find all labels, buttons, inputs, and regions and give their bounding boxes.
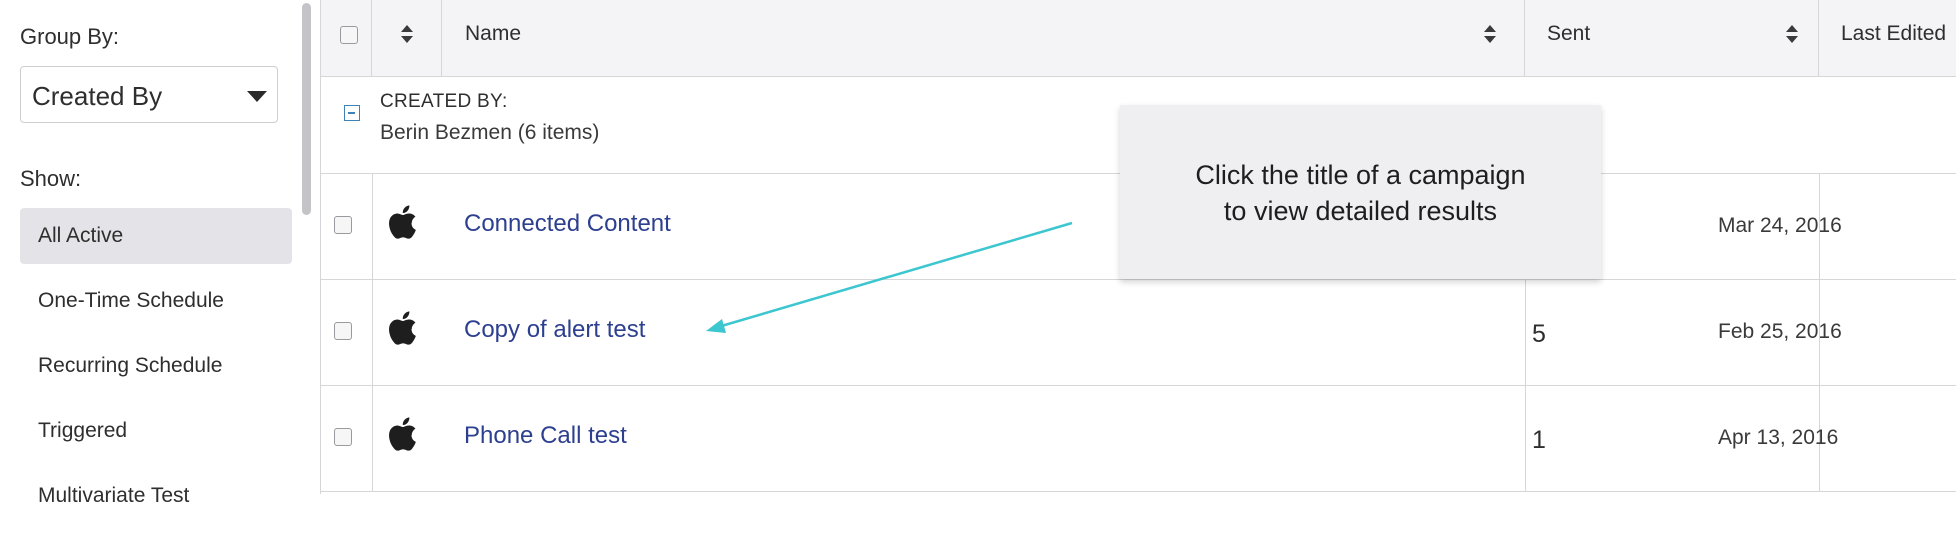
callout-text: Click the title of a campaign to view de… — [1195, 160, 1526, 226]
caret-down-icon — [247, 91, 267, 102]
header-platform-cell[interactable] — [372, 0, 442, 76]
select-all-checkbox[interactable] — [340, 26, 358, 44]
sidebar-scrollbar[interactable] — [302, 3, 311, 215]
filter-list: All Active One-Time Schedule Recurring S… — [20, 208, 292, 533]
table-header: Name Sent Last Edited — [321, 0, 1956, 77]
row-checkbox[interactable] — [334, 216, 352, 234]
filter-all-active[interactable]: All Active — [20, 208, 292, 264]
group-subtitle: Berin Bezmen (6 items) — [380, 121, 600, 144]
header-last-edited-label: Last Edited — [1841, 22, 1947, 45]
campaign-title-link[interactable]: Copy of alert test — [464, 316, 645, 344]
filter-recurring-schedule[interactable]: Recurring Schedule — [20, 338, 292, 394]
sent-count: 1 — [1532, 426, 1546, 454]
sort-icon — [401, 25, 413, 45]
group-by-value: Created By — [32, 81, 163, 111]
apple-icon — [386, 204, 418, 245]
row-checkbox[interactable] — [334, 428, 352, 446]
table-row: Copy of alert test 5 Feb 25, 2016 — [321, 280, 1956, 386]
sort-icon — [1484, 25, 1496, 45]
header-select-cell — [321, 0, 372, 76]
header-sent-label: Sent — [1547, 22, 1591, 45]
sent-count: 5 — [1532, 320, 1546, 348]
sidebar: Group By: Created By Show: All Active On… — [0, 0, 321, 507]
header-sent[interactable]: Sent — [1525, 0, 1819, 76]
filter-triggered[interactable]: Triggered — [20, 403, 292, 459]
show-label: Show: — [20, 166, 82, 191]
filter-multivariate-test[interactable]: Multivariate Test — [20, 468, 292, 524]
group-by-select[interactable]: Created By — [20, 66, 278, 123]
apple-icon — [386, 310, 418, 351]
filter-one-time-schedule[interactable]: One-Time Schedule — [20, 273, 292, 329]
header-name[interactable]: Name — [442, 0, 1525, 76]
collapse-icon[interactable] — [344, 105, 360, 121]
last-edited-date: Feb 25, 2016 — [1718, 320, 1842, 343]
sort-icon — [1786, 25, 1798, 45]
tooltip-callout: Click the title of a campaign to view de… — [1120, 105, 1601, 279]
last-edited-date: Mar 24, 2016 — [1718, 214, 1842, 237]
row-checkbox[interactable] — [334, 322, 352, 340]
apple-icon — [386, 416, 418, 457]
group-by-label: Group By: — [20, 24, 120, 49]
header-name-label: Name — [465, 22, 522, 45]
table-row: Phone Call test 1 Apr 13, 2016 — [321, 386, 1956, 492]
campaign-title-link[interactable]: Connected Content — [464, 210, 671, 238]
header-last-edited[interactable]: Last Edited — [1819, 0, 1956, 76]
last-edited-date: Apr 13, 2016 — [1718, 426, 1839, 449]
group-title: CREATED BY: — [380, 91, 508, 112]
campaign-title-link[interactable]: Phone Call test — [464, 422, 627, 450]
